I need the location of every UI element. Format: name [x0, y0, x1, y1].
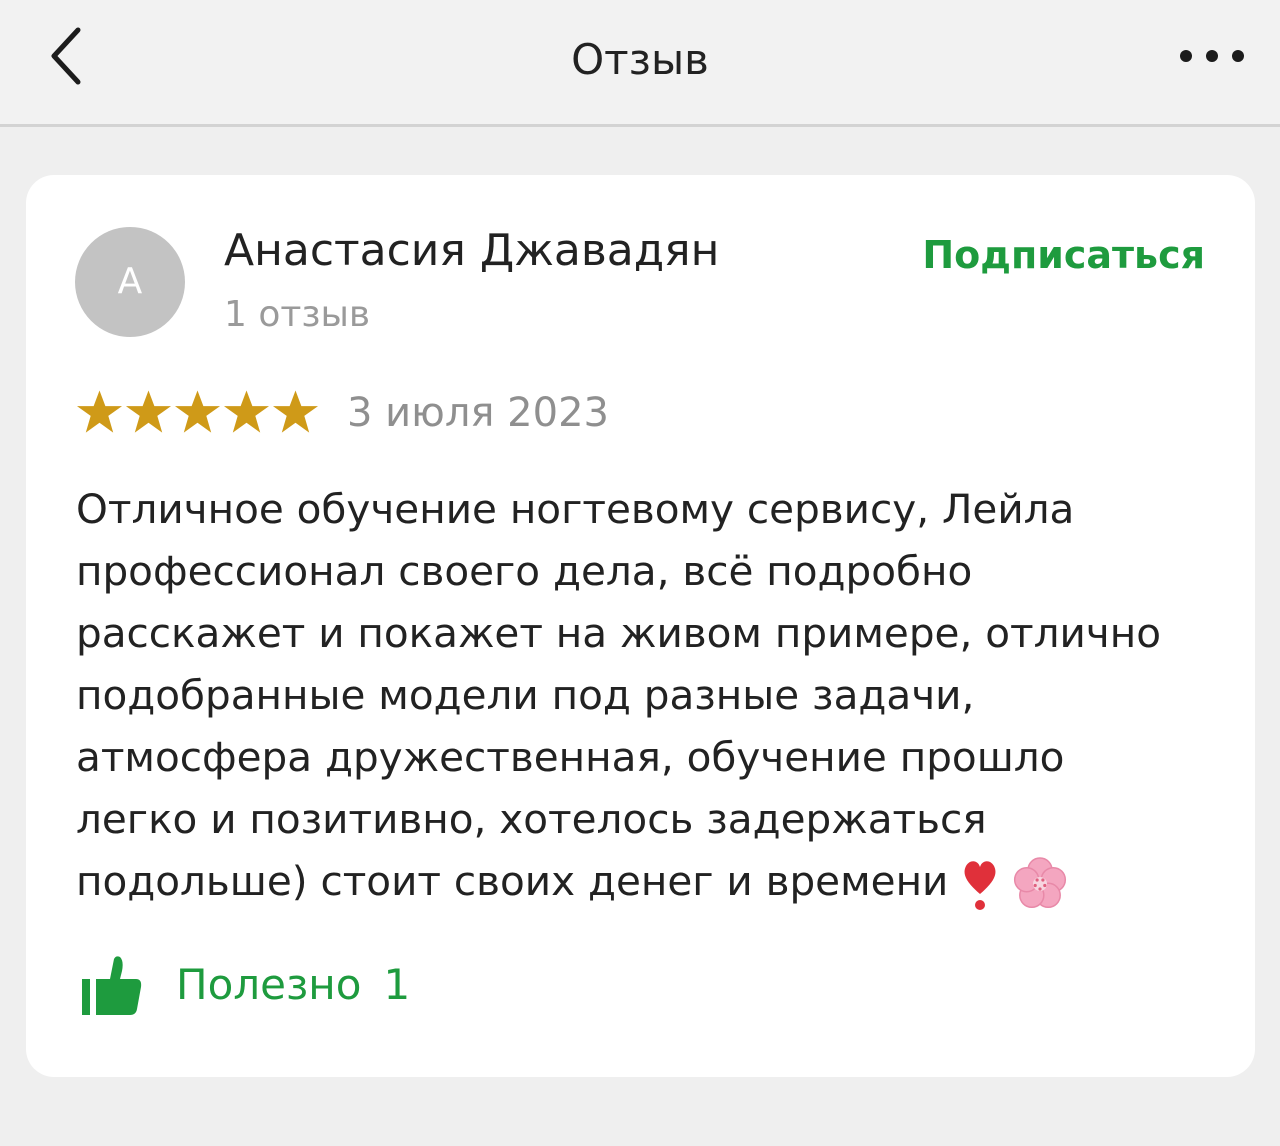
top-bar: Отзыв	[0, 0, 1280, 127]
helpful-count: 1	[383, 960, 411, 1009]
star-icon	[76, 390, 123, 433]
review-text-line: подольше) стоит своих денег и времени	[76, 850, 1226, 912]
review-text-line-content: профессионал своего дела, всё подробно	[76, 547, 973, 595]
page-title: Отзыв	[571, 35, 709, 84]
star-icon	[125, 390, 172, 433]
helpful-button[interactable]: Полезно 1	[80, 950, 410, 1020]
star-icon	[174, 390, 221, 433]
review-text-line: профессионал своего дела, всё подробно	[76, 540, 1226, 602]
review-text-line: Отличное обучение ногтевому сервису, Лей…	[76, 478, 1226, 540]
rating-stars	[76, 388, 319, 438]
review-date: 3 июля 2023	[347, 390, 609, 436]
author-name[interactable]: Анастасия Джавадян	[224, 223, 719, 279]
review-text-line: атмосфера дружественная, обучение прошло	[76, 726, 1226, 788]
review-text-line: легко и позитивно, хотелось задержаться	[76, 788, 1226, 850]
heavy-exclamation-heart-icon	[964, 861, 996, 910]
author-review-count: 1 отзыв	[224, 294, 371, 335]
review-text-line-content: подобранные модели под разные задачи,	[76, 671, 975, 719]
review-text-line-content: подольше) стоит своих денег и времени	[76, 857, 949, 905]
thumbs-up-icon	[82, 956, 142, 1015]
helpful-label: Полезно	[176, 960, 362, 1009]
review-card: А Анастасия Джавадян 1 отзыв Подписаться…	[26, 175, 1255, 1077]
avatar[interactable]: А	[75, 227, 185, 337]
more-horizontal-icon	[1180, 50, 1244, 62]
star-icon	[223, 390, 270, 433]
subscribe-button[interactable]: Подписаться	[922, 231, 1205, 279]
cherry-blossom-icon	[1014, 857, 1067, 909]
review-text-line-content: атмосфера дружественная, обучение прошло	[76, 733, 1065, 781]
review-text-line: расскажет и покажет на живом примере, от…	[76, 602, 1226, 664]
review-text-line-content: Отличное обучение ногтевому сервису, Лей…	[76, 485, 1075, 533]
review-text-line-content: расскажет и покажет на живом примере, от…	[76, 609, 1161, 657]
star-icon	[272, 390, 319, 433]
more-options-button[interactable]	[1172, 36, 1256, 76]
review-text-line: подобранные модели под разные задачи,	[76, 664, 1226, 726]
review-text: Отличное обучение ногтевому сервису, Лей…	[76, 478, 1226, 912]
review-text-line-content: легко и позитивно, хотелось задержаться	[76, 795, 987, 843]
